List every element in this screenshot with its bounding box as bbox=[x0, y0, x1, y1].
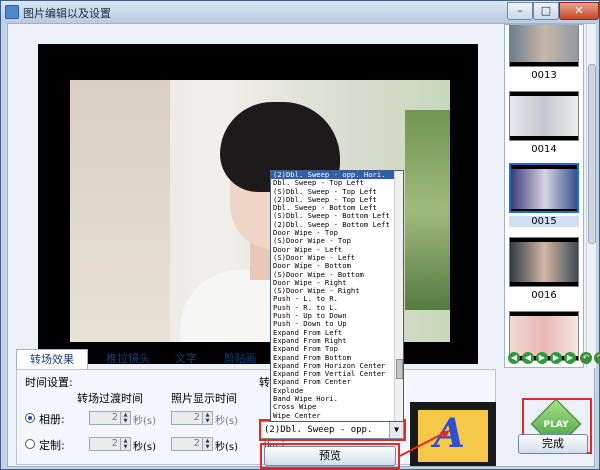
custom-radio[interactable] bbox=[25, 439, 35, 449]
tab-pan-zoom[interactable]: 推拉镜头 bbox=[96, 349, 160, 369]
time-settings-label: 时间设置: bbox=[25, 376, 73, 389]
custom-transition-spinner[interactable]: 2 ▲ ▼ bbox=[89, 437, 131, 451]
annotation-arrow-icon bbox=[399, 430, 450, 457]
transition-option[interactable]: Door Wipe - Top bbox=[271, 229, 395, 237]
transition-option[interactable]: Expand From Horizon Center bbox=[271, 362, 395, 370]
custom-display-spinner[interactable]: 2 ▲ ▼ bbox=[171, 437, 213, 451]
tab-transition[interactable]: 转场效果 bbox=[16, 349, 88, 369]
transition-option[interactable]: Explode bbox=[271, 387, 395, 395]
next-icon[interactable]: ▶ bbox=[550, 352, 562, 364]
dropdown-scrollbar[interactable] bbox=[394, 171, 403, 421]
transition-option[interactable]: Expand From Vertial Center bbox=[271, 370, 395, 378]
thumbnail-item-selected[interactable]: 0015 bbox=[509, 163, 579, 227]
album-transition-spinner[interactable]: 2 ▲ ▼ bbox=[89, 411, 131, 425]
title-bar[interactable]: 图片编辑以及设置 – □ ✕ bbox=[1, 1, 599, 23]
transition-dropdown-list[interactable]: (2)Dbl. Sweep - opp. Hori. Dbl. Sweep - T… bbox=[270, 170, 404, 422]
thumbnail-item[interactable]: 0014 bbox=[509, 91, 579, 155]
transition-option[interactable]: Cross Wipe bbox=[271, 403, 395, 411]
transition-option[interactable]: (S)Door Wipe - Right bbox=[271, 287, 395, 295]
transition-option[interactable]: Expand From Center bbox=[271, 378, 395, 386]
transition-option[interactable]: (2)Dbl. Sweep - Top Left bbox=[271, 196, 395, 204]
thumbnail-scrollbar[interactable] bbox=[586, 24, 596, 368]
unit-label: 秒(s) bbox=[215, 416, 239, 427]
done-button[interactable]: 完成 bbox=[518, 434, 588, 454]
transition-option[interactable]: Door Wipe - Left bbox=[271, 246, 395, 254]
transition-option[interactable]: Dbl. Sweep - Bottom Left bbox=[271, 204, 395, 212]
rotate-left-icon[interactable]: ↶ bbox=[580, 352, 592, 364]
tab-clipart[interactable]: 剪贴画 bbox=[212, 349, 268, 369]
maximize-button[interactable]: □ bbox=[533, 2, 559, 20]
album-radio[interactable] bbox=[25, 413, 35, 423]
transition-option[interactable]: Dbl. Sweep - Top Left bbox=[271, 179, 395, 187]
thumbnail-item[interactable]: 0013 bbox=[509, 25, 579, 81]
transition-option[interactable]: (S)Door Wipe - Left bbox=[271, 254, 395, 262]
first-icon[interactable]: ◀ bbox=[508, 352, 520, 364]
thumbnail-item[interactable]: 0016 bbox=[509, 237, 579, 301]
last-icon[interactable]: ▶ bbox=[564, 352, 576, 364]
transition-option[interactable]: Push - R. to L. bbox=[271, 304, 395, 312]
play-small-icon[interactable]: ▶ bbox=[536, 352, 548, 364]
thumbnail-number: 0016 bbox=[531, 290, 557, 301]
transition-option[interactable]: Wipe Center bbox=[271, 412, 395, 420]
minimize-button[interactable]: – bbox=[507, 2, 533, 20]
prev-icon[interactable]: ◀ bbox=[522, 352, 534, 364]
transition-option[interactable]: (2)Dbl. Sweep - Bottom Left bbox=[271, 221, 395, 229]
tab-text[interactable]: 文字 bbox=[166, 349, 206, 369]
transition-option[interactable]: Expand From Bottom bbox=[271, 354, 395, 362]
display-time-header: 照片显示时间 bbox=[171, 392, 237, 405]
transition-option[interactable]: (S)Dbl. Sweep - Bottom Left bbox=[271, 212, 395, 220]
window-title: 图片编辑以及设置 bbox=[23, 7, 111, 20]
highlight-box-combo bbox=[259, 419, 406, 441]
transition-time-header: 转场过渡时间 bbox=[77, 392, 143, 405]
transition-option[interactable]: Door Wipe - Bottom bbox=[271, 262, 395, 270]
transition-option[interactable]: Expand From Right bbox=[271, 337, 395, 345]
rotate-right-icon[interactable]: ↷ bbox=[594, 352, 600, 364]
transition-option[interactable]: (S)Door Wipe - Bottom bbox=[271, 271, 395, 279]
unit-label: 秒(s) bbox=[133, 442, 157, 453]
album-display-spinner[interactable]: 2 ▲ ▼ bbox=[171, 411, 213, 425]
transition-option[interactable]: Door Wipe - Right bbox=[271, 279, 395, 287]
thumbnail-number: 0013 bbox=[531, 70, 557, 81]
transition-option[interactable]: Band Wipe Hori. bbox=[271, 395, 395, 403]
album-label: 相册: bbox=[39, 413, 65, 426]
app-icon bbox=[5, 5, 19, 19]
transition-option[interactable]: Expand From Top bbox=[271, 345, 395, 353]
thumbnail-number: 0015 bbox=[509, 216, 579, 227]
transition-options: (2)Dbl. Sweep - opp. Hori. Dbl. Sweep - T… bbox=[271, 171, 395, 420]
thumbnail-list[interactable]: 0013 0014 0015 0016 bbox=[504, 24, 584, 368]
transition-option[interactable]: Expand From Left bbox=[271, 329, 395, 337]
unit-label: 秒(s) bbox=[215, 442, 239, 453]
custom-label: 定制: bbox=[39, 439, 65, 452]
transition-label: 转 bbox=[259, 376, 270, 389]
transition-option[interactable]: (S)Dbl. Sweep - Top Left bbox=[271, 188, 395, 196]
editor-window: 图片编辑以及设置 – □ ✕ 0013 0014 0015 0016 转场效果 … bbox=[0, 0, 600, 470]
thumbnail-number: 0014 bbox=[531, 144, 557, 155]
client-area: 0013 0014 0015 0016 转场效果 推拉镜头 文字 剪贴画 ◀ ◀… bbox=[7, 23, 600, 469]
highlight-box-preview bbox=[260, 443, 400, 469]
close-button[interactable]: ✕ bbox=[559, 2, 599, 20]
transition-option[interactable]: (2)Dbl. Sweep - opp. Hori. bbox=[271, 171, 395, 180]
transition-option[interactable]: Push - Up to Down bbox=[271, 312, 395, 320]
transition-option[interactable]: Push - Down to Up bbox=[271, 320, 395, 328]
unit-label: 秒(s) bbox=[133, 416, 157, 427]
image-preview bbox=[38, 44, 478, 364]
transition-option[interactable]: Push - L. to R. bbox=[271, 295, 395, 303]
transition-option[interactable]: (S)Door Wipe - Top bbox=[271, 237, 395, 245]
